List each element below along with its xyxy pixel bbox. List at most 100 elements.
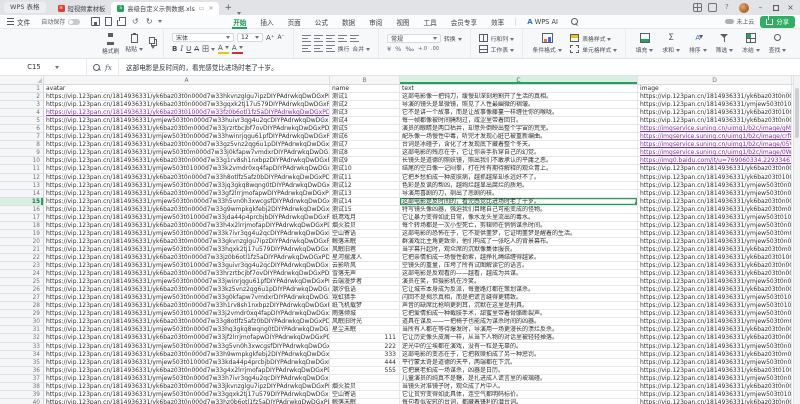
format-painter-button[interactable]: 格式刷 [102,33,119,55]
row-header-29[interactable]: 29 [0,310,44,318]
cell-D27[interactable]: https://vip.123pan.cn/1814936331/ymjew50… [638,294,792,302]
conditional-format-button[interactable]: 条件格式 [533,33,562,54]
document-tab-2-active[interactable]: S 高级自定义示例数据.xls ▭ × [111,2,219,15]
vertical-scrollbar[interactable] [793,76,800,404]
big-button-排序[interactable]: 排序 [689,33,707,54]
cell-B7[interactable]: 测试6 [330,133,400,141]
wrap-text-button[interactable]: 换行 [338,44,350,53]
cell-style-button[interactable]: 单元格样式 [570,45,617,54]
row-header-26[interactable]: 26 [0,286,44,294]
cell-A21[interactable]: https://vip.123pan.cn/1814936331/ymjew50… [44,246,330,254]
cell-C27[interactable]: 闪回不是揭示真相，而是把谎言缝得更精致。 [400,294,638,302]
cell-A29[interactable]: https://vip.123pan.cn/1814936331/ymjew50… [44,310,330,318]
big-button-求和[interactable]: 求和 [662,33,680,54]
cell-D38[interactable]: https://vip.123pan.cn/1814936331/yk6baz0… [638,383,792,391]
cell-C29[interactable]: 它把爱情拍成一种截肢手术，甜蜜里带着骨骼断裂声。 [400,310,638,318]
column-header-C[interactable]: C [400,76,638,84]
row-header-9[interactable]: 9 [0,149,44,157]
big-button-筛选[interactable]: 筛选 [716,33,734,54]
font-name-select[interactable]: 宋体 [172,33,234,42]
print-icon[interactable] [117,20,126,26]
align-top-icon[interactable] [302,35,311,42]
cell-C28[interactable]: 声音的缺席比枪响更刺耳，沉默在这里是刑具。 [400,302,638,310]
cell-C16[interactable]: 特写镜头像凶器，强迫我们目睹自己可能变成的怪物。 [400,206,638,214]
menu-item-会员专享[interactable]: 会员专享 [444,15,484,29]
menu-item-公式[interactable]: 公式 [308,15,335,29]
cell-A13[interactable]: https://vip.123pan.cn/1814936331/ymjew50… [44,182,330,190]
cell-D18[interactable]: https://vip.123pan.cn/1814936331/ymjew50… [638,222,792,230]
cell-A37[interactable]: https://vip.123pan.cn/1814936331/ymjew50… [44,375,330,383]
cell-B30[interactable]: 风眠旧时光 [330,318,400,326]
cell-B10[interactable]: 测试9 [330,157,400,165]
row-header-31[interactable]: 31 [0,326,44,334]
convert-button[interactable]: 转换 [444,34,462,43]
restore-button[interactable] [768,0,783,15]
column-header-D[interactable]: D [638,76,792,84]
cell-D33[interactable]: https://vip.123pan.cn/1814936331/ymjew50… [638,343,792,351]
cell-D40[interactable]: https://vip.123pan.cn/1814936331/yk6baz0… [638,399,792,404]
formula-content[interactable]: 这部电影是反时间的，看完感觉比进场时老了十岁。 [119,62,278,72]
insert-function-icon[interactable]: fx [105,63,112,72]
cell-C24[interactable]: 这部电影是反观看的——越看，越成为共谋。 [400,270,638,278]
cell-D5[interactable]: https://vip.123pan.cn/1814936331/yk6baz0… [638,117,792,125]
cell-D6[interactable]: https://imgservice.suning.cn/uimg1/b2c/i… [638,125,792,133]
font-shrink-icon[interactable]: A⁻ [278,34,285,41]
scrollbar-thumb[interactable] [795,88,799,138]
strikethrough-button[interactable]: A [194,45,199,53]
name-box[interactable]: C15 [0,59,87,75]
cell-A27[interactable]: https://vip.123pan.cn/1814936331/ymjew50… [44,294,330,302]
row-header-24[interactable]: 24 [0,270,44,278]
cell-D1[interactable]: image [638,85,792,93]
row-header-35[interactable]: 35 [0,359,44,367]
document-tab-1[interactable]: ≡ 短视频素材板 [52,2,112,15]
cell-C3[interactable]: 导演的镜头是显微镜，照见了人性最幽微的褶皱。 [400,101,638,109]
cell-C20[interactable]: 群演戏比主角更致命，他们构成了一张吃人的背景幕布。 [400,238,638,246]
cell-B18[interactable]: 烟火拾贝 [330,222,400,230]
share-button[interactable]: 分享 [760,16,795,28]
cell-B6[interactable]: 测试5 [330,125,400,133]
cell-B36[interactable]: 555 [330,367,400,375]
cell-A16[interactable]: https://vip.123pan.cn/1814936331/yk6baz0… [44,206,330,214]
cell-A11[interactable]: https://vip.123pan.cn/1814936331/ymjew50… [44,165,330,173]
cell-A38[interactable]: https://vip.123pan.cn/1814936331/yk6baz0… [44,383,330,391]
column-header-A[interactable]: A [44,76,330,84]
cell-A2[interactable]: https://vip.123pan.cn/1814936331/yk6baz0… [44,93,330,101]
row-header-15[interactable]: 15 [0,198,44,206]
output-icon[interactable] [105,17,112,26]
cell-D2[interactable]: https://vip.123pan.cn/1814936331/yk6baz0… [638,93,792,101]
align-right-icon[interactable] [326,45,335,52]
row-header-17[interactable]: 17 [0,214,44,222]
qat-more-chevron-icon[interactable] [158,20,162,23]
cell-A22[interactable]: https://vip.123pan.cn/1814936331/yk6baz0… [44,254,330,262]
cell-C31[interactable]: 当所有人都在等待爆发时，导演用一场更漫长的溃烂反杀。 [400,326,638,334]
cell-B9[interactable]: 测试8 [330,149,400,157]
select-all-corner[interactable] [0,76,44,84]
menu-item-工具[interactable]: 工具 [417,15,444,29]
cell-C2[interactable]: 这部电影像一把钝刀，缓慢却深刻地割开了生活的真相。 [400,93,638,101]
cell-D8[interactable]: https://imgservice.suning.cn/uimg1/b2c/i… [638,141,792,149]
row-header-21[interactable]: 21 [0,246,44,254]
row-header-1[interactable]: 1 [0,85,44,93]
help-icon[interactable] [723,3,732,12]
font-grow-icon[interactable]: A⁺ [266,34,274,42]
row-header-25[interactable]: 25 [0,278,44,286]
cell-D7[interactable]: https://imgservice.suning.cn/uimg1/b2c/i… [638,133,792,141]
table-style-button[interactable]: 表格样式 [570,34,617,43]
row-header-14[interactable]: 14 [0,190,44,198]
lookup-icon[interactable] [93,64,100,71]
cloud-status[interactable]: 未上云 [725,17,754,26]
row-header-4[interactable]: 4 [0,109,44,117]
cell-A3[interactable]: https://vip.123pan.cn/1814936331/yk6baz0… [44,101,330,109]
italic-button[interactable]: I [180,45,183,53]
cell-D34[interactable]: https://vip.123pan.cn/1814936331/yk6baz0… [638,351,792,359]
permille-format-button[interactable]: ‰ [405,45,414,53]
cell-B11[interactable]: 测试10 [330,165,400,173]
cell-D23[interactable]: https://vip.123pan.cn/1814936331/yk6baz0… [638,262,792,270]
cell-C18[interactable]: 每个转场都是一次小型死亡，剪辑师在悄悄谋杀时间。 [400,222,638,230]
cell-B15[interactable]: 测试14 [330,198,400,206]
cell-A32[interactable]: https://vip.123pan.cn/1814936331/yk6baz0… [44,334,330,342]
cell-B35[interactable]: 444 [330,359,400,367]
redo-icon[interactable]: ↻ [145,17,154,26]
cell-D35[interactable]: https://vip.123pan.cn/1814936331/ymjew50… [638,359,792,367]
cell-C4[interactable]: 它不是讲一个故事，而是让故事像藤蔓一样缠住你的喉咙。 [400,109,638,117]
